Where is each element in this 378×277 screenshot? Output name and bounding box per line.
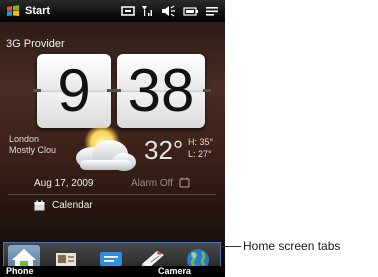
partly-cloudy-icon[interactable] xyxy=(68,122,140,176)
divider xyxy=(8,194,216,195)
temperature-high: H: 35° xyxy=(188,137,214,147)
start-label[interactable]: Start xyxy=(25,5,50,17)
clock-minute[interactable]: 38 xyxy=(117,54,205,128)
temperature-low: L: 27° xyxy=(188,149,212,159)
phone-softkey[interactable]: Phone xyxy=(6,266,34,276)
battery-icon xyxy=(183,7,198,16)
calendar-link[interactable]: Calendar xyxy=(52,200,93,211)
soft-key-bar: Phone Camera xyxy=(0,266,225,277)
device-screen: Start 3G Provider 9 38 London Mostly Clo… xyxy=(0,0,225,277)
camera-softkey[interactable]: Camera xyxy=(158,266,191,276)
menu-icon[interactable] xyxy=(205,5,219,17)
provider-name: 3G Provider xyxy=(6,38,65,50)
hinge xyxy=(113,89,121,92)
network-icon xyxy=(121,6,135,16)
hinge xyxy=(203,89,211,92)
temperature: 32° xyxy=(144,135,184,165)
hinge xyxy=(33,89,41,92)
alarm-clock-icon xyxy=(179,177,190,188)
volume-icon xyxy=(162,5,175,17)
signal-icon xyxy=(142,6,152,16)
callout-label: Home screen tabs xyxy=(243,239,341,253)
windows-flag-icon[interactable] xyxy=(6,4,20,18)
weather-condition: Mostly Clou xyxy=(9,145,57,155)
calendar-icon xyxy=(34,200,45,211)
title-bar: Start xyxy=(0,0,225,22)
weather-city: London xyxy=(9,134,40,144)
alarm-status[interactable]: Alarm Off xyxy=(131,178,173,189)
home-screen: 3G Provider 9 38 London Mostly Clou 32° … xyxy=(0,22,225,243)
clock-hour[interactable]: 9 xyxy=(37,54,111,128)
date-label[interactable]: Aug 17, 2009 xyxy=(34,178,94,189)
callout-line xyxy=(221,246,241,247)
